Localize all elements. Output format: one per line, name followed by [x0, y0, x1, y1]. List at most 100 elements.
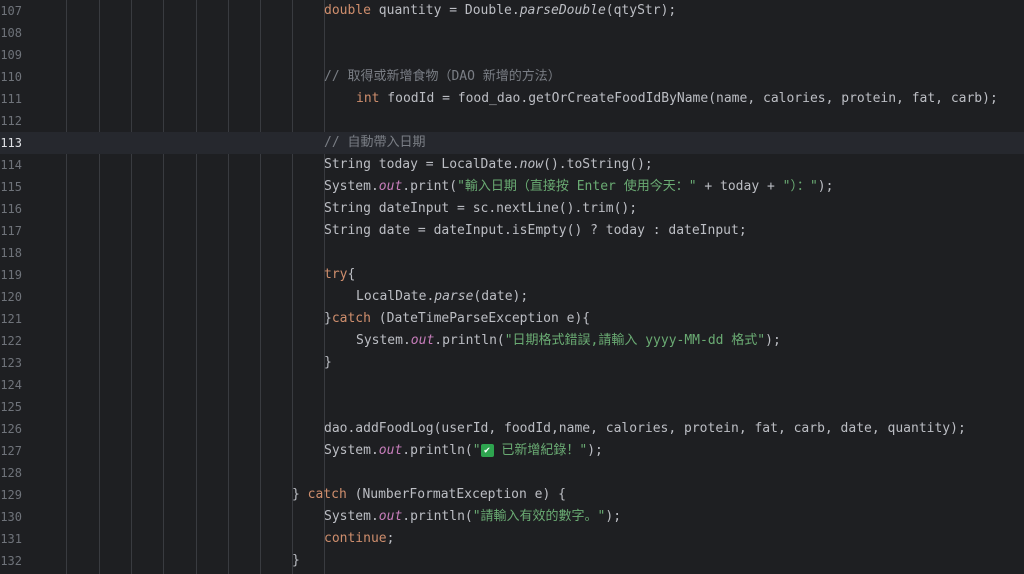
code-token: }: [324, 355, 332, 370]
code-text[interactable]: dao.addFoodLog(userId, foodId,name, calo…: [324, 418, 966, 440]
code-line[interactable]: 108: [0, 22, 1024, 44]
line-number[interactable]: 119: [0, 264, 22, 286]
code-token: parseDouble: [519, 3, 606, 18]
line-number[interactable]: 107: [0, 0, 22, 22]
code-line[interactable]: 117 String date = dateInput.isEmpty() ? t…: [0, 220, 1024, 242]
code-line[interactable]: 122 System.out.println("日期格式錯誤,請輸入 yyyy-M…: [0, 330, 1024, 352]
line-number[interactable]: 122: [0, 330, 22, 352]
line-number[interactable]: 130: [0, 506, 22, 528]
line-number[interactable]: 128: [0, 462, 22, 484]
code-token: LocalDate.: [356, 289, 435, 304]
code-text[interactable]: String dateInput = sc.nextLine().trim();: [324, 198, 637, 220]
code-token: out: [378, 443, 403, 458]
line-number[interactable]: 113: [0, 132, 22, 154]
code-text[interactable]: // 取得或新增食物（DAO 新增的方法）: [324, 66, 561, 88]
code-line[interactable]: 131 continue;: [0, 528, 1024, 550]
code-token: "）：": [782, 179, 818, 194]
code-text[interactable]: double quantity = Double.parseDouble(qty…: [324, 0, 676, 22]
line-number[interactable]: 124: [0, 374, 22, 396]
code-token: dao.addFoodLog(userId, foodId,name, calo…: [324, 421, 966, 436]
line-number[interactable]: 109: [0, 44, 22, 66]
code-token: ;: [386, 531, 395, 546]
code-text[interactable]: String date = dateInput.isEmpty() ? toda…: [324, 220, 747, 242]
code-line[interactable]: 127 System.out.println(" ✔ 已新增紀錄！");: [0, 440, 1024, 462]
code-line[interactable]: 124: [0, 374, 1024, 396]
code-text[interactable]: System.out.println(" ✔ 已新增紀錄！");: [324, 440, 603, 462]
line-number[interactable]: 121: [0, 308, 22, 330]
line-number[interactable]: 123: [0, 352, 22, 374]
line-number[interactable]: 118: [0, 242, 22, 264]
code-line[interactable]: 112: [0, 110, 1024, 132]
code-token: System.: [324, 443, 379, 458]
code-text[interactable]: System.out.print("輸入日期（直接按 Enter 使用今天：" …: [324, 176, 833, 198]
code-line[interactable]: 119 try{: [0, 264, 1024, 286]
code-token: out: [410, 333, 435, 348]
line-number[interactable]: 115: [0, 176, 22, 198]
code-token: + today +: [696, 179, 783, 194]
code-token: (date);: [473, 289, 529, 304]
line-number[interactable]: 127: [0, 440, 22, 462]
code-token: (DateTimeParseException e){: [370, 311, 591, 326]
line-number[interactable]: 111: [0, 88, 22, 110]
code-token: );: [765, 333, 781, 348]
line-number[interactable]: 110: [0, 66, 22, 88]
line-number[interactable]: 131: [0, 528, 22, 550]
line-number[interactable]: 125: [0, 396, 22, 418]
code-token: quantity = Double.: [370, 3, 520, 18]
code-line[interactable]: 125: [0, 396, 1024, 418]
code-line[interactable]: 118: [0, 242, 1024, 264]
line-number[interactable]: 114: [0, 154, 22, 176]
code-text[interactable]: }catch (DateTimeParseException e){: [324, 308, 590, 330]
code-line[interactable]: 132}: [0, 550, 1024, 572]
code-text[interactable]: continue;: [324, 528, 394, 550]
code-line[interactable]: 111 int foodId = food_dao.getOrCreateFood…: [0, 88, 1024, 110]
code-token: System.: [324, 179, 379, 194]
line-number[interactable]: 126: [0, 418, 22, 440]
code-token: .print(: [402, 179, 458, 194]
line-number[interactable]: 120: [0, 286, 22, 308]
line-number[interactable]: 116: [0, 198, 22, 220]
code-line[interactable]: 129 } catch (NumberFormatException e) {: [0, 484, 1024, 506]
code-token: continue: [324, 531, 387, 546]
code-token: {: [347, 267, 356, 282]
check-mark-icon: ✔: [480, 444, 494, 457]
code-token: catch: [307, 487, 347, 502]
code-text[interactable]: System.out.println("請輸入有效的數字。");: [324, 506, 621, 528]
code-line[interactable]: 115 System.out.print("輸入日期（直接按 Enter 使用今天…: [0, 176, 1024, 198]
code-token: "請輸入有效的數字。": [472, 509, 606, 524]
code-text[interactable]: LocalDate.parse(date);: [356, 286, 528, 308]
code-line[interactable]: 109: [0, 44, 1024, 66]
code-text[interactable]: } catch (NumberFormatException e) {: [292, 484, 566, 506]
code-editor[interactable]: 107 double quantity = Double.parseDouble(…: [0, 0, 1024, 574]
code-text[interactable]: }: [292, 550, 300, 572]
code-line[interactable]: 126 dao.addFoodLog(userId, foodId,name, c…: [0, 418, 1024, 440]
line-number[interactable]: 112: [0, 110, 22, 132]
code-line[interactable]: 130 System.out.println("請輸入有效的數字。");: [0, 506, 1024, 528]
code-line[interactable]: 120 LocalDate.parse(date);: [0, 286, 1024, 308]
code-line[interactable]: 107 double quantity = Double.parseDouble(…: [0, 0, 1024, 22]
code-line[interactable]: 110 // 取得或新增食物（DAO 新增的方法）: [0, 66, 1024, 88]
code-text[interactable]: System.out.println("日期格式錯誤,請輸入 yyyy-MM-d…: [356, 330, 781, 352]
code-text[interactable]: try{: [324, 264, 355, 286]
code-line[interactable]: 114 String today = LocalDate.now().toStri…: [0, 154, 1024, 176]
code-line[interactable]: 121 }catch (DateTimeParseException e){: [0, 308, 1024, 330]
line-number[interactable]: 117: [0, 220, 22, 242]
code-token: );: [587, 443, 603, 458]
code-text[interactable]: // 自動帶入日期: [324, 132, 425, 154]
code-line[interactable]: 113 // 自動帶入日期: [0, 132, 1024, 154]
code-line[interactable]: 116 String dateInput = sc.nextLine().trim…: [0, 198, 1024, 220]
code-line[interactable]: 123}: [0, 352, 1024, 374]
code-token: out: [378, 509, 403, 524]
code-token: catch: [331, 311, 371, 326]
code-line[interactable]: 128: [0, 462, 1024, 484]
code-text[interactable]: }: [324, 352, 332, 374]
line-number[interactable]: 132: [0, 550, 22, 572]
line-number[interactable]: 108: [0, 22, 22, 44]
code-token: // 取得或新增食物（DAO 新增的方法）: [324, 69, 561, 84]
line-number[interactable]: 129: [0, 484, 22, 506]
code-text[interactable]: String today = LocalDate.now().toString(…: [324, 154, 653, 176]
code-text[interactable]: int foodId = food_dao.getOrCreateFoodIdB…: [356, 88, 998, 110]
code-token: String dateInput = sc.nextLine().trim();: [324, 201, 638, 216]
code-token: "輸入日期（直接按 Enter 使用今天：": [457, 179, 697, 194]
code-token: now: [519, 157, 544, 172]
